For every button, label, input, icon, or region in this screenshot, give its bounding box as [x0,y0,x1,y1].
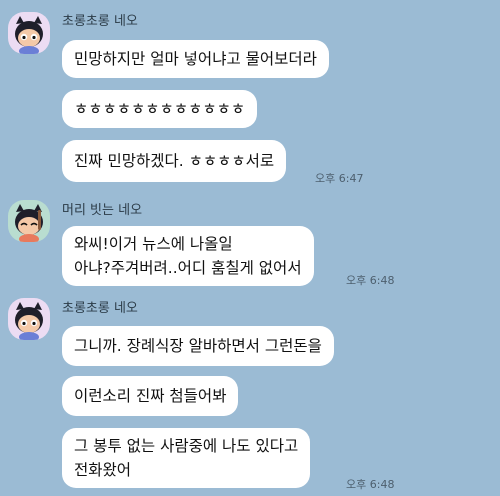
message-text: 그니까. 장례식장 알바하면서 그런돈을 [74,337,322,355]
sender-name: 초롱초롱 네오 [62,301,138,316]
message-bubble[interactable]: 그 봉투 없는 사람중에 나도 있다고 전화왔어 [62,428,311,488]
sender-avatar[interactable] [8,298,50,340]
neo-character-icon [8,12,50,54]
sender-avatar[interactable] [8,200,50,242]
message-text: 민망하지만 얼마 넣어냐고 물어보더라 [74,50,317,68]
message-bubble[interactable]: 이런소리 진짜 첨들어봐 [62,376,239,416]
message-text: 그 봉투 없는 사람중에 나도 있다고 [74,437,299,455]
message-text: 전화왔어 [74,461,132,479]
message-timestamp: 오후 6:48 [346,478,395,491]
sender-name: 머리 빗는 네오 [62,203,143,218]
message-text: ㅎㅎㅎㅎㅎㅎㅎㅎㅎㅎㅎㅎ [74,100,246,118]
message-bubble[interactable]: 그니까. 장례식장 알바하면서 그런돈을 [62,326,334,366]
message-timestamp: 오후 6:48 [346,274,395,287]
message-bubble[interactable]: 민망하지만 얼마 넣어냐고 물어보더라 [62,40,329,78]
message-text: 이런소리 진짜 첨들어봐 [74,387,227,405]
message-bubble[interactable]: 와씨!이거 뉴스에 나올일 아냐?주겨버려..어디 훔칠게 없어서 [62,226,314,286]
neo-character-icon [8,298,50,340]
message-text: 와씨!이거 뉴스에 나올일 [74,235,233,253]
message-bubble[interactable]: ㅎㅎㅎㅎㅎㅎㅎㅎㅎㅎㅎㅎ [62,90,258,128]
message-text: 아냐?주겨버려..어디 훔칠게 없어서 [74,259,302,277]
message-timestamp: 오후 6:47 [315,172,364,185]
message-bubble[interactable]: 진짜 민망하겠다. ㅎㅎㅎㅎ서로 [62,140,287,182]
message-text: 진짜 민망하겠다. ㅎㅎㅎㅎ서로 [74,152,275,170]
sender-name: 초롱초롱 네오 [62,14,138,29]
neo-combing-hair-icon [8,200,50,242]
sender-avatar[interactable] [8,12,50,54]
